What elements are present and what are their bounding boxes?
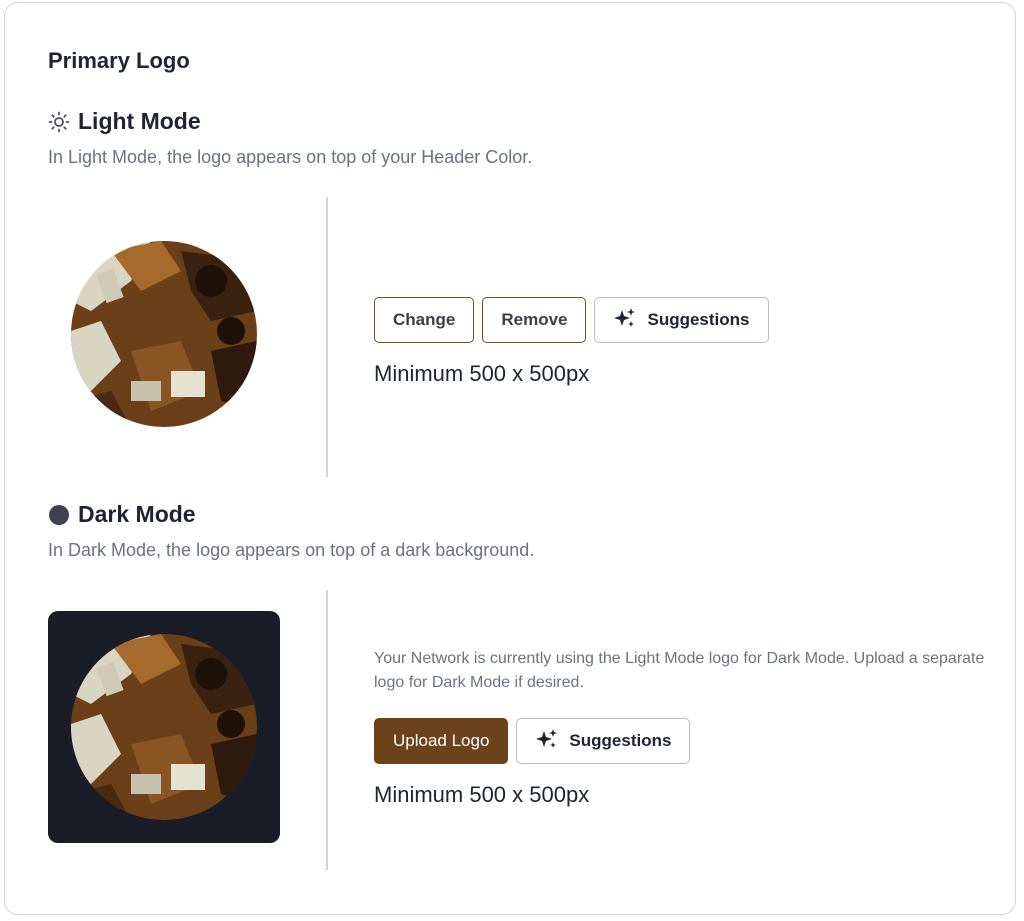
dark-mode-heading: Dark Mode — [48, 501, 196, 528]
dark-mode-description: In Dark Mode, the logo appears on top of… — [48, 540, 535, 560]
light-mode-divider — [326, 197, 328, 477]
light-suggestions-button[interactable]: Suggestions — [594, 297, 769, 343]
section-title: Primary Logo — [48, 48, 190, 73]
dark-min-size-text: Minimum 500 x 500px — [374, 782, 590, 807]
light-mode-heading: Light Mode — [48, 108, 201, 135]
dark-mode-title: Dark Mode — [78, 501, 196, 527]
light-suggestions-label: Suggestions — [647, 310, 750, 329]
light-mode-description: In Light Mode, the logo appears on top o… — [48, 147, 533, 167]
dark-mode-logo-preview — [71, 634, 257, 820]
light-mode-logo-preview — [71, 241, 257, 427]
light-min-size-text: Minimum 500 x 500px — [374, 361, 590, 386]
upload-logo-button[interactable]: Upload Logo — [374, 718, 509, 764]
dark-mode-note: Your Network is currently using the Ligh… — [374, 650, 985, 691]
change-button[interactable]: Change — [374, 297, 475, 343]
sparkle-icon — [613, 306, 637, 335]
dark-suggestions-label: Suggestions — [569, 731, 672, 750]
sparkle-icon — [535, 727, 559, 756]
dark-mode-actions: Upload Logo Suggestions — [374, 718, 691, 764]
light-mode-title: Light Mode — [78, 108, 201, 134]
dark-mode-divider — [326, 590, 328, 870]
light-mode-actions: Change Remove Suggestions — [374, 297, 769, 343]
dark-suggestions-button[interactable]: Suggestions — [516, 718, 691, 764]
moon-icon — [48, 504, 70, 526]
remove-button[interactable]: Remove — [482, 297, 587, 343]
sun-icon — [48, 111, 70, 133]
